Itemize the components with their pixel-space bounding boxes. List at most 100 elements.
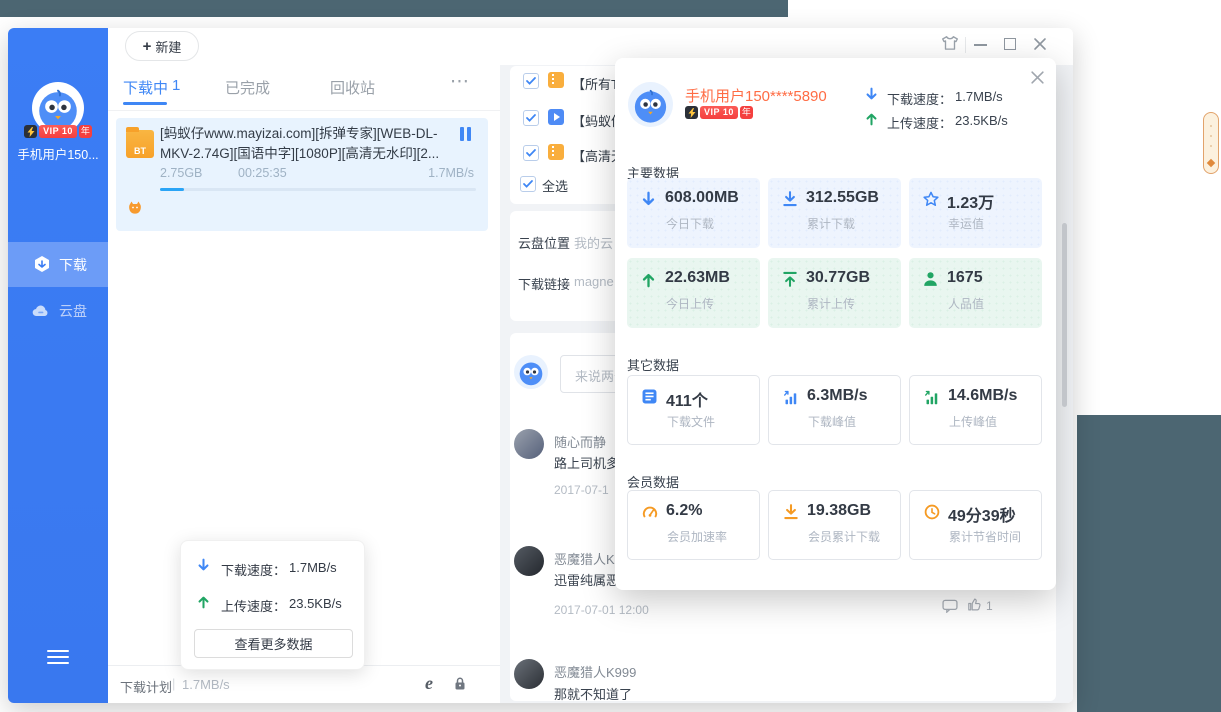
stat-card-download-peak: 6.3MB/s 下载峰值 xyxy=(768,375,901,445)
download-link-value[interactable]: magne xyxy=(574,274,614,289)
user-stats-popup: 手机用户150****5890 VIP 10 年 下载速度： 1.7MB/s 上… xyxy=(615,58,1056,590)
vip-year-badge: 年 xyxy=(79,125,92,138)
archive-file-icon xyxy=(548,72,564,88)
popup-user-avatar xyxy=(628,82,673,127)
comment-text: 路上司机多 xyxy=(554,453,619,472)
sidebar: VIP 10 年 手机用户150... 下载 云盘 xyxy=(8,28,108,703)
download-plan-toggle[interactable]: 下载计划 xyxy=(120,677,172,696)
commenter-name[interactable]: 随心而静 xyxy=(554,432,606,451)
reply-bubble-icon[interactable] xyxy=(942,599,958,618)
cloud-location-label: 云盘位置 xyxy=(518,233,570,252)
stat-card-total-download: 312.55GB 累计下载 xyxy=(768,178,901,248)
file-checkbox[interactable] xyxy=(523,73,539,89)
status-bar: 下载计划 | 1.7MB/s e xyxy=(108,665,500,703)
pause-button[interactable] xyxy=(460,127,472,141)
download-total-icon xyxy=(783,504,800,521)
comment-time: 2017-07-1 xyxy=(554,483,609,497)
vip-lightning-icon xyxy=(685,106,698,119)
tooltip-ul-label: 上传速度： xyxy=(221,596,286,615)
popup-dl-label: 下载速度： xyxy=(887,89,952,108)
thumbs-up-icon[interactable] xyxy=(966,597,981,617)
task-eta: 00:25:35 xyxy=(238,166,287,180)
desktop-background-strip xyxy=(0,0,788,17)
file-list-icon xyxy=(642,389,659,406)
lock-icon[interactable] xyxy=(453,676,467,696)
close-button[interactable] xyxy=(1033,37,1047,56)
commenter-avatar xyxy=(514,429,544,459)
menu-hamburger-icon[interactable] xyxy=(47,650,69,666)
upload-arrow-icon xyxy=(641,271,658,288)
section-title-other: 其它数据 xyxy=(627,355,679,374)
new-task-button[interactable]: + 新建 xyxy=(125,31,199,61)
my-avatar xyxy=(514,355,548,389)
popup-close-icon[interactable] xyxy=(1030,70,1046,86)
chart-peak-download-icon xyxy=(783,389,800,406)
skin-tshirt-icon[interactable] xyxy=(941,35,959,57)
tab-downloading-count: 1 xyxy=(172,77,180,94)
download-link-label: 下载链接 xyxy=(518,274,570,293)
file-checkbox[interactable] xyxy=(523,110,539,126)
cloud-disk-icon xyxy=(32,304,50,317)
chart-peak-upload-icon xyxy=(924,389,941,406)
bt-badge: BT xyxy=(126,146,154,156)
divider: | xyxy=(172,676,175,691)
download-arrow-icon xyxy=(865,87,878,107)
sidebar-item-label: 下载 xyxy=(59,255,87,275)
stat-card-today-upload: 22.63MB 今日上传 xyxy=(627,258,760,328)
vip-year-badge: 年 xyxy=(740,106,753,119)
tab-downloading[interactable]: 下载中 xyxy=(123,77,168,98)
active-tab-underline xyxy=(123,102,167,105)
minimize-button[interactable] xyxy=(974,44,987,46)
stat-card-upload-peak: 14.6MB/s 上传峰值 xyxy=(909,375,1042,445)
task-size: 2.75GB xyxy=(160,166,202,180)
maximize-button[interactable] xyxy=(1004,38,1016,50)
new-task-label: 新建 xyxy=(155,37,181,56)
download-task-row[interactable]: BT [蚂蚁仔www.mayizai.com][拆弹专家][WEB-DL- MK… xyxy=(116,118,488,231)
task-speed: 1.7MB/s xyxy=(428,166,474,180)
scrollbar-thumb[interactable] xyxy=(1062,223,1067,407)
stat-card-file-count: 411个 下载文件 xyxy=(627,375,760,445)
dot xyxy=(1210,125,1212,127)
desktop-background-panel xyxy=(1077,415,1221,712)
clock-icon xyxy=(924,504,941,521)
view-more-data-button[interactable]: 查看更多数据 xyxy=(194,629,353,658)
sidebar-item-cloud[interactable]: 云盘 xyxy=(8,288,108,333)
select-all-checkbox[interactable] xyxy=(520,176,536,192)
popup-ul-value: 23.5KB/s xyxy=(955,113,1008,128)
star-icon xyxy=(923,191,940,208)
comment-text: 那就不知道了 xyxy=(554,684,632,703)
ie-browser-icon[interactable]: e xyxy=(425,673,433,694)
download-hexagon-icon xyxy=(33,255,51,275)
select-all-label[interactable]: 全选 xyxy=(542,176,568,195)
commenter-name[interactable]: 恶魔猎人K999 xyxy=(554,662,636,681)
comment-time: 2017-07-01 12:00 xyxy=(554,603,649,617)
tab-completed[interactable]: 已完成 xyxy=(225,77,270,98)
vip-level-badge: VIP 10 xyxy=(700,106,738,119)
sidebar-username: 手机用户150... xyxy=(8,144,108,163)
stat-card-time-saved: 49分39秒 累计节省时间 xyxy=(909,490,1042,560)
dot xyxy=(1210,145,1212,147)
tooltip-dl-label: 下载速度： xyxy=(221,560,286,579)
tab-recycle[interactable]: 回收站 xyxy=(330,77,375,98)
sidebar-item-download[interactable]: 下载 xyxy=(8,242,108,287)
video-file-icon xyxy=(548,109,564,125)
tooltip-ul-value: 23.5KB/s xyxy=(289,596,342,611)
download-arrow-icon xyxy=(197,558,210,578)
file-checkbox[interactable] xyxy=(523,145,539,161)
more-menu-icon[interactable]: ⋯ xyxy=(450,70,470,93)
source-site-icon xyxy=(128,200,142,220)
commenter-name[interactable]: 恶魔猎人K xyxy=(554,549,615,568)
commenter-avatar xyxy=(514,546,544,576)
cloud-location-value[interactable]: 我的云 xyxy=(574,233,613,252)
vip-lightning-icon xyxy=(24,125,37,138)
page-side-widget-handle[interactable] xyxy=(1203,112,1219,174)
sidebar-item-label: 云盘 xyxy=(59,301,87,321)
vip-level-badge: VIP 10 xyxy=(39,125,77,138)
stat-card-karma: 1675 人品值 xyxy=(909,258,1042,328)
task-tabs: 下载中 1 已完成 回收站 ⋯ xyxy=(108,65,500,111)
upload-arrow-icon xyxy=(197,594,210,614)
plus-icon: + xyxy=(143,39,152,54)
vip-badges[interactable]: VIP 10 年 xyxy=(8,125,108,138)
popup-vip-badges: VIP 10 年 xyxy=(685,106,753,119)
archive-file-icon xyxy=(548,144,564,160)
